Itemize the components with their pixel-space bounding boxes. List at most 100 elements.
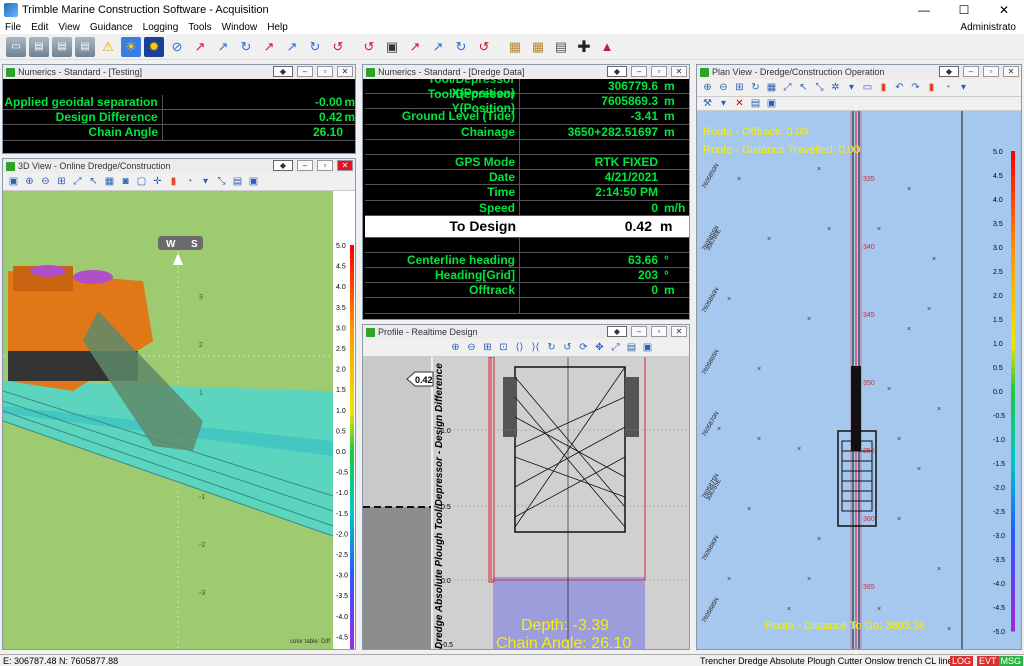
close-icon[interactable]: ✕ <box>671 326 687 337</box>
minimize-icon[interactable]: – <box>297 66 313 77</box>
pointer-icon[interactable]: ↗ <box>213 37 233 57</box>
redo-icon[interactable]: ↷ <box>909 81 922 94</box>
menu-edit[interactable]: Edit <box>26 22 53 33</box>
rotate-icon[interactable]: ↺ <box>561 341 574 354</box>
zoom-fit-icon[interactable]: ⊞ <box>55 175 68 188</box>
folder-add-icon[interactable]: ▦ <box>505 37 525 57</box>
folder-add-icon[interactable]: ▦ <box>528 37 548 57</box>
rotate-icon[interactable]: ↻ <box>236 37 256 57</box>
zoom-box-icon[interactable]: ⊡ <box>497 341 510 354</box>
grid-icon[interactable]: ▦ <box>103 175 116 188</box>
pan-icon[interactable]: ⟩⟨ <box>529 341 542 354</box>
monitor-icon[interactable]: ▭ <box>6 36 26 57</box>
menu-help[interactable]: Help <box>262 22 293 33</box>
chevron-down-icon[interactable]: ▾ <box>845 81 858 94</box>
camera-icon[interactable]: ▣ <box>7 175 20 188</box>
crosshair-icon[interactable]: ✛ <box>151 175 164 188</box>
rotate-icon[interactable]: ↻ <box>749 81 762 94</box>
menu-logging[interactable]: Logging <box>138 22 184 33</box>
doc-icon[interactable]: ▤ <box>749 97 762 110</box>
plan-canvas[interactable]: 7605850N7605855N7605860N7605865N7605870N… <box>697 111 1021 649</box>
plus-icon[interactable]: ✚ <box>574 37 594 57</box>
doc-icon[interactable]: ▤ <box>75 36 95 57</box>
menu-view[interactable]: View <box>53 22 85 33</box>
doc-icon[interactable]: ▤ <box>52 36 72 57</box>
settings-icon[interactable]: ✲ <box>829 81 842 94</box>
measure-icon[interactable]: ⤢ <box>609 341 622 354</box>
measure-icon[interactable]: ⤢ <box>781 81 794 94</box>
pointer-icon[interactable]: ↗ <box>282 37 302 57</box>
window-icon[interactable]: ▣ <box>641 341 654 354</box>
layer-icon[interactable]: ▤ <box>625 341 638 354</box>
zoom-in-icon[interactable]: ⊕ <box>701 81 714 94</box>
palette-icon[interactable]: ▮ <box>877 81 890 94</box>
palette-icon[interactable]: ◔ <box>941 81 954 94</box>
zoom-out-icon[interactable]: ⊖ <box>717 81 730 94</box>
pan-left-icon[interactable]: ⟨⟩ <box>513 341 526 354</box>
msg-indicator[interactable]: MSG <box>998 655 1024 666</box>
zoom-fit-icon[interactable]: ⊞ <box>733 81 746 94</box>
zoom-out-icon[interactable]: ⊖ <box>39 175 52 188</box>
pin-icon[interactable]: ◆ <box>939 66 959 77</box>
chevron-down-icon[interactable]: ▾ <box>717 97 730 110</box>
chevron-down-icon[interactable]: ▾ <box>957 81 970 94</box>
view3d-canvas[interactable]: W S 3 2 1 -1 -2 -3 color table: Diff 5.0… <box>3 191 355 649</box>
rotate-icon[interactable]: ↻ <box>305 37 325 57</box>
minimize-button[interactable]: — <box>904 0 944 20</box>
rotate-icon[interactable]: ↻ <box>451 37 471 57</box>
measure-icon[interactable]: ⤡ <box>813 81 826 94</box>
pointer-icon[interactable]: ↖ <box>87 175 100 188</box>
log-indicator[interactable]: LOG <box>950 655 974 666</box>
menu-file[interactable]: File <box>0 22 26 33</box>
triangle-icon[interactable]: ▲ <box>597 37 617 57</box>
restore-icon[interactable]: ▫ <box>983 66 999 77</box>
grid-icon[interactable]: ▦ <box>765 81 778 94</box>
measure-icon[interactable]: ⤢ <box>71 175 84 188</box>
measure-icon[interactable]: ⤡ <box>215 175 228 188</box>
close-icon[interactable]: ✕ <box>337 160 353 171</box>
close-icon[interactable]: ✕ <box>337 66 353 77</box>
sun-icon[interactable]: ✹ <box>144 36 164 57</box>
move-icon[interactable]: ✥ <box>593 341 606 354</box>
satellite-icon[interactable]: ⊘ <box>167 37 187 57</box>
maximize-button[interactable]: ☐ <box>944 0 984 20</box>
close-icon[interactable]: ✕ <box>1003 66 1019 77</box>
undo-icon[interactable]: ↶ <box>893 81 906 94</box>
user-menu[interactable]: Administrato <box>960 22 1016 33</box>
layer-icon[interactable]: ▤ <box>231 175 244 188</box>
minimize-icon[interactable]: – <box>631 326 647 337</box>
pointer-icon[interactable]: ↖ <box>797 81 810 94</box>
rotate-icon[interactable]: ↺ <box>474 37 494 57</box>
chevron-down-icon[interactable]: ▾ <box>199 175 212 188</box>
zoom-in-icon[interactable]: ⊕ <box>23 175 36 188</box>
restore-icon[interactable]: ▫ <box>317 66 333 77</box>
refresh-icon[interactable]: ⟳ <box>577 341 590 354</box>
pin-icon[interactable]: ◆ <box>273 160 293 171</box>
pin-icon[interactable]: ◆ <box>607 326 627 337</box>
window-icon[interactable]: ▣ <box>247 175 260 188</box>
save-icon[interactable]: ▣ <box>382 37 402 57</box>
restore-icon[interactable]: ▫ <box>651 326 667 337</box>
pin-icon[interactable]: ◆ <box>607 66 627 77</box>
zoom-in-icon[interactable]: ⊕ <box>449 341 462 354</box>
palette-icon[interactable]: ▮ <box>925 81 938 94</box>
zoom-fit-icon[interactable]: ⊞ <box>481 341 494 354</box>
window-icon[interactable]: ▣ <box>765 97 778 110</box>
doc-add-icon[interactable]: ▤ <box>551 37 571 57</box>
ruler-icon[interactable]: ▭ <box>861 81 874 94</box>
doc-icon[interactable]: ▤ <box>29 36 49 57</box>
palette-icon[interactable]: ◔ <box>183 175 196 188</box>
menu-window[interactable]: Window <box>217 22 263 33</box>
minimize-icon[interactable]: – <box>297 160 313 171</box>
restore-icon[interactable]: ▫ <box>317 160 333 171</box>
pointer-icon[interactable]: ↗ <box>259 37 279 57</box>
close-icon[interactable]: ✕ <box>733 97 746 110</box>
menu-tools[interactable]: Tools <box>183 22 216 33</box>
rotate-icon[interactable]: ↺ <box>359 37 379 57</box>
sun-icon[interactable]: ☀ <box>121 36 141 57</box>
close-icon[interactable]: ✕ <box>671 66 687 77</box>
minimize-icon[interactable]: – <box>631 66 647 77</box>
pointer-icon[interactable]: ↗ <box>405 37 425 57</box>
palette-icon[interactable]: ▮ <box>167 175 180 188</box>
rotate-icon[interactable]: ↺ <box>328 37 348 57</box>
